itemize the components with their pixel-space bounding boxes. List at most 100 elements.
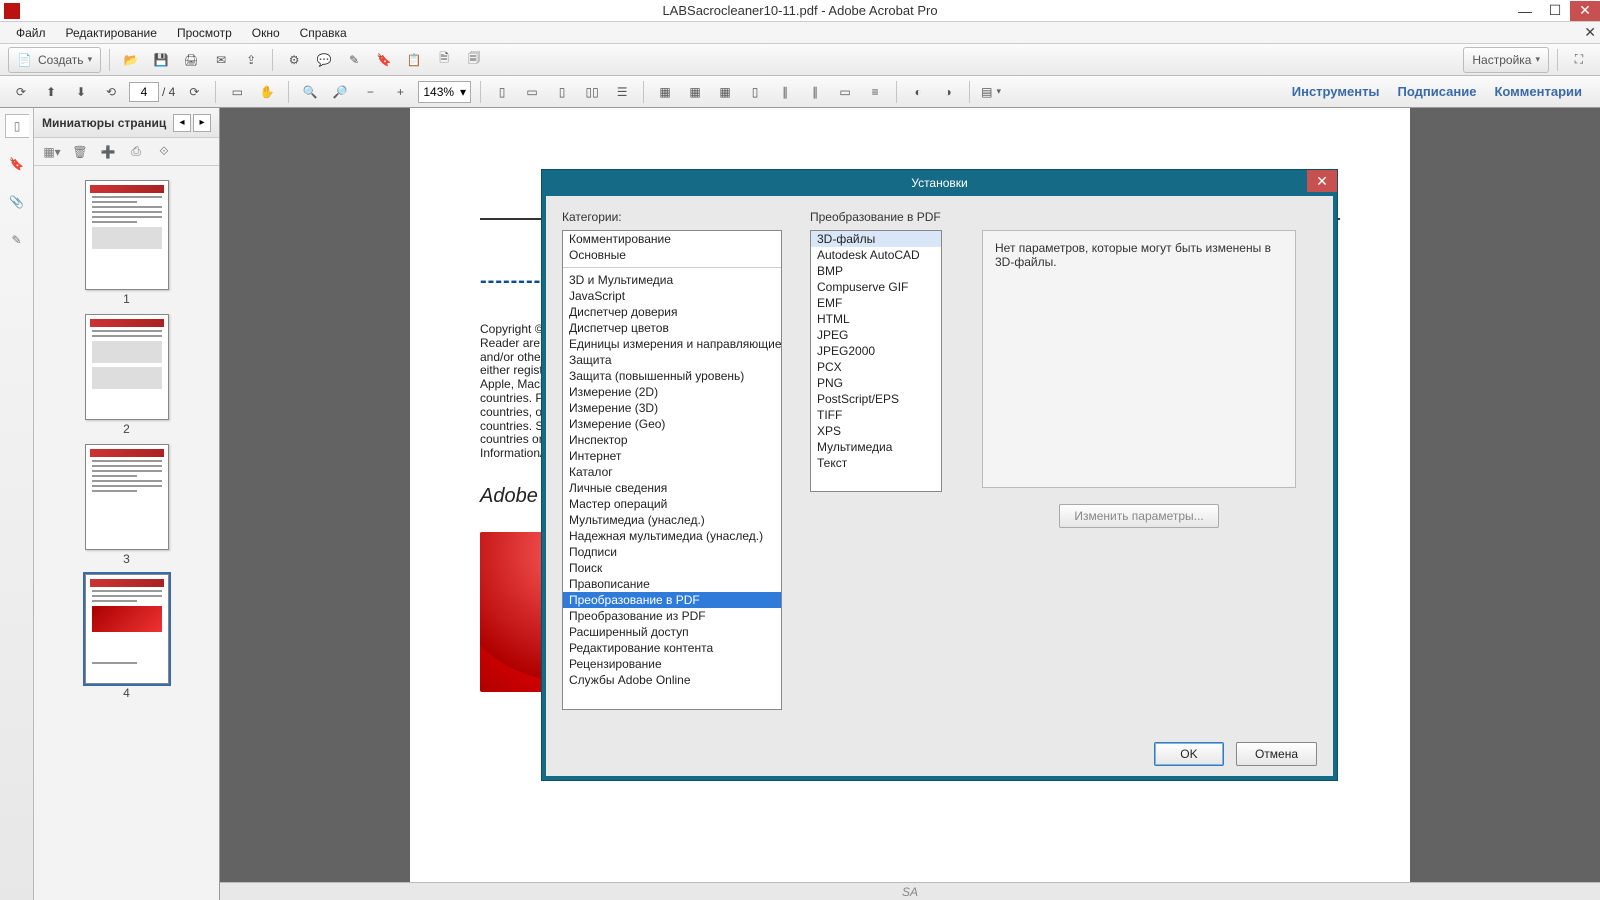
dialog-close-button[interactable]: ✕: [1307, 170, 1337, 192]
thumb-replace-icon[interactable]: ⟐: [154, 142, 174, 162]
thumb-insert-icon[interactable]: ➕: [98, 142, 118, 162]
menu-window[interactable]: Окно: [242, 24, 290, 42]
tool-6-button[interactable]: 🗎: [431, 47, 457, 73]
window-close-button[interactable]: ✕: [1570, 1, 1600, 21]
format-item[interactable]: TIFF: [811, 407, 941, 423]
print-button[interactable]: 🖨: [178, 47, 204, 73]
format-item[interactable]: Текст: [811, 455, 941, 471]
category-item[interactable]: Комментирование: [563, 231, 781, 247]
menu-file[interactable]: Файл: [6, 24, 56, 42]
format-item[interactable]: XPS: [811, 423, 941, 439]
page-number-input[interactable]: [129, 82, 159, 102]
category-item[interactable]: JavaScript: [563, 288, 781, 304]
view-mode-5-button[interactable]: ☰: [609, 79, 635, 105]
first-page-button[interactable]: ⟳: [8, 79, 34, 105]
prev-page-button[interactable]: ⬆: [38, 79, 64, 105]
category-item[interactable]: Расширенный доступ: [563, 624, 781, 640]
format-item[interactable]: BMP: [811, 263, 941, 279]
page-thumbnail[interactable]: [85, 444, 169, 550]
ok-button[interactable]: OK: [1154, 742, 1224, 766]
layout-7-button[interactable]: ▭: [832, 79, 858, 105]
page-thumbnail[interactable]: [85, 314, 169, 420]
fullscreen-button[interactable]: ⛶: [1566, 47, 1592, 73]
thumb-extract-icon[interactable]: ⎙: [126, 142, 146, 162]
tool-4-button[interactable]: 🔖: [371, 47, 397, 73]
thumb-next-button[interactable]: ▸: [193, 114, 211, 132]
open-button[interactable]: 📂: [118, 47, 144, 73]
category-item[interactable]: Инспектор: [563, 432, 781, 448]
category-item[interactable]: Рецензирование: [563, 656, 781, 672]
menu-edit[interactable]: Редактирование: [56, 24, 167, 42]
layout-4-button[interactable]: ▯: [742, 79, 768, 105]
format-item[interactable]: 3D-файлы: [811, 231, 941, 247]
format-item[interactable]: Мультимедиа: [811, 439, 941, 455]
thumb-delete-icon[interactable]: 🗑: [70, 142, 90, 162]
share-button[interactable]: ⇪: [238, 47, 264, 73]
category-item[interactable]: Преобразование из PDF: [563, 608, 781, 624]
tool-7-button[interactable]: 🗐: [461, 47, 487, 73]
category-item[interactable]: Единицы измерения и направляющие: [563, 336, 781, 352]
page-nav-button[interactable]: ⟲: [98, 79, 124, 105]
tab-comments[interactable]: Комментарии: [1494, 84, 1582, 99]
category-item[interactable]: Мастер операций: [563, 496, 781, 512]
category-item[interactable]: Правописание: [563, 576, 781, 592]
tool-3-button[interactable]: ✎: [341, 47, 367, 73]
category-item[interactable]: Поиск: [563, 560, 781, 576]
category-item[interactable]: Измерение (2D): [563, 384, 781, 400]
category-item[interactable]: Преобразование в PDF: [563, 592, 781, 608]
format-item[interactable]: HTML: [811, 311, 941, 327]
category-item[interactable]: Измерение (Geo): [563, 416, 781, 432]
category-item[interactable]: Измерение (3D): [563, 400, 781, 416]
select-tool-button[interactable]: ▭: [224, 79, 250, 105]
customize-button[interactable]: Настройка ▾: [1463, 47, 1549, 73]
layout-5-button[interactable]: ∥: [772, 79, 798, 105]
page-thumbnail-selected[interactable]: [85, 574, 169, 684]
zoom-select[interactable]: 143% ▾: [418, 81, 471, 103]
thumbnails-list[interactable]: 1 2 3 4: [34, 166, 219, 900]
refresh-button[interactable]: ⟳: [181, 79, 207, 105]
layout-2-button[interactable]: ▦: [682, 79, 708, 105]
thumb-opts-icon[interactable]: ▦▾: [42, 142, 62, 162]
category-item[interactable]: Надежная мультимедиа (унаслед.): [563, 528, 781, 544]
category-item[interactable]: Редактирование контента: [563, 640, 781, 656]
zoom-in-marquee-button[interactable]: 🔎: [327, 79, 353, 105]
category-item[interactable]: Службы Adobe Online: [563, 672, 781, 688]
bookmarks-tab-icon[interactable]: 🔖: [5, 152, 29, 176]
category-item[interactable]: Диспетчер доверия: [563, 304, 781, 320]
category-item[interactable]: Каталог: [563, 464, 781, 480]
cancel-button[interactable]: Отмена: [1236, 742, 1317, 766]
zoom-out-button[interactable]: −: [357, 79, 383, 105]
menu-help[interactable]: Справка: [290, 24, 357, 42]
tool-5-button[interactable]: 📋: [401, 47, 427, 73]
tool-2-button[interactable]: 💬: [311, 47, 337, 73]
format-item[interactable]: JPEG2000: [811, 343, 941, 359]
category-item[interactable]: Диспетчер цветов: [563, 320, 781, 336]
zoom-in-button[interactable]: +: [387, 79, 413, 105]
view-mode-2-button[interactable]: ▭: [519, 79, 545, 105]
format-item[interactable]: PostScript/EPS: [811, 391, 941, 407]
tab-sign[interactable]: Подписание: [1398, 84, 1477, 99]
format-item[interactable]: EMF: [811, 295, 941, 311]
format-item[interactable]: JPEG: [811, 327, 941, 343]
format-item[interactable]: Compuserve GIF: [811, 279, 941, 295]
extra-2-button[interactable]: ◑: [935, 79, 961, 105]
category-item[interactable]: Личные сведения: [563, 480, 781, 496]
formats-list[interactable]: 3D-файлыAutodesk AutoCADBMPCompuserve GI…: [810, 230, 942, 492]
format-item[interactable]: PNG: [811, 375, 941, 391]
category-item[interactable]: Подписи: [563, 544, 781, 560]
create-button[interactable]: 📄 Создать ▾: [8, 47, 101, 73]
view-mode-4-button[interactable]: ▯▯: [579, 79, 605, 105]
document-close-icon[interactable]: ✕: [1584, 24, 1596, 41]
tab-tools[interactable]: Инструменты: [1292, 84, 1380, 99]
category-item[interactable]: Защита (повышенный уровень): [563, 368, 781, 384]
menu-view[interactable]: Просмотр: [167, 24, 242, 42]
hand-tool-button[interactable]: ✋: [254, 79, 280, 105]
view-mode-1-button[interactable]: ▯: [489, 79, 515, 105]
thumb-prev-button[interactable]: ◂: [173, 114, 191, 132]
extra-3-button[interactable]: ▤▾: [978, 79, 1004, 105]
maximize-button[interactable]: ☐: [1540, 1, 1570, 21]
category-item[interactable]: Основные: [563, 247, 781, 263]
tool-1-button[interactable]: ⚙: [281, 47, 307, 73]
minimize-button[interactable]: —: [1510, 1, 1540, 21]
dialog-titlebar[interactable]: Установки ✕: [542, 170, 1337, 196]
